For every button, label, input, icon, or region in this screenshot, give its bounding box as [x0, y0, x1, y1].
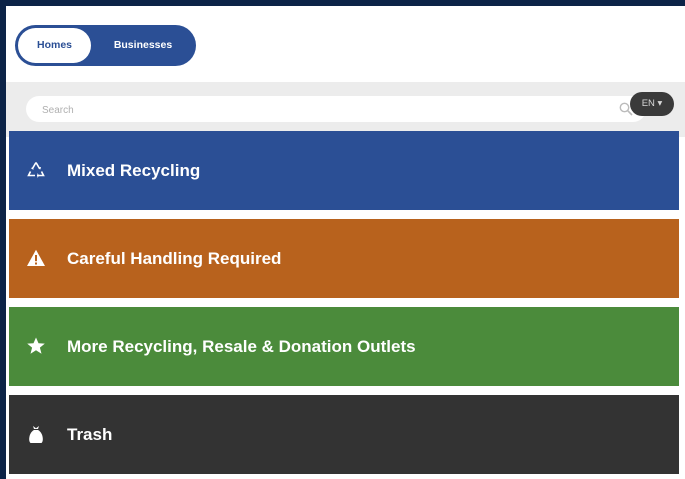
category-label: More Recycling, Resale & Donation Outlet…	[67, 337, 416, 356]
star-icon	[27, 337, 45, 354]
category-label: Mixed Recycling	[67, 161, 201, 180]
category-mixed-recycling[interactable]: Mixed Recycling	[9, 131, 679, 210]
search-bar-area	[6, 82, 685, 137]
businesses-toggle-button[interactable]: Businesses	[97, 28, 189, 63]
search-box	[26, 96, 646, 122]
audience-toggle: Homes Businesses	[15, 25, 196, 66]
recycle-icon	[27, 162, 45, 178]
language-selector[interactable]: EN ▾	[630, 92, 674, 116]
search-input[interactable]	[40, 100, 604, 120]
category-more-recycling[interactable]: More Recycling, Resale & Donation Outlet…	[9, 307, 679, 386]
warning-icon	[27, 249, 45, 266]
category-label: Trash	[67, 425, 113, 444]
homes-toggle-button[interactable]: Homes	[18, 28, 91, 63]
top-bar: Homes Businesses	[6, 6, 685, 82]
category-label: Careful Handling Required	[67, 249, 282, 268]
category-careful-handling[interactable]: Careful Handling Required	[9, 219, 679, 298]
trash-bag-icon	[29, 426, 43, 443]
category-trash[interactable]: Trash	[9, 395, 679, 474]
